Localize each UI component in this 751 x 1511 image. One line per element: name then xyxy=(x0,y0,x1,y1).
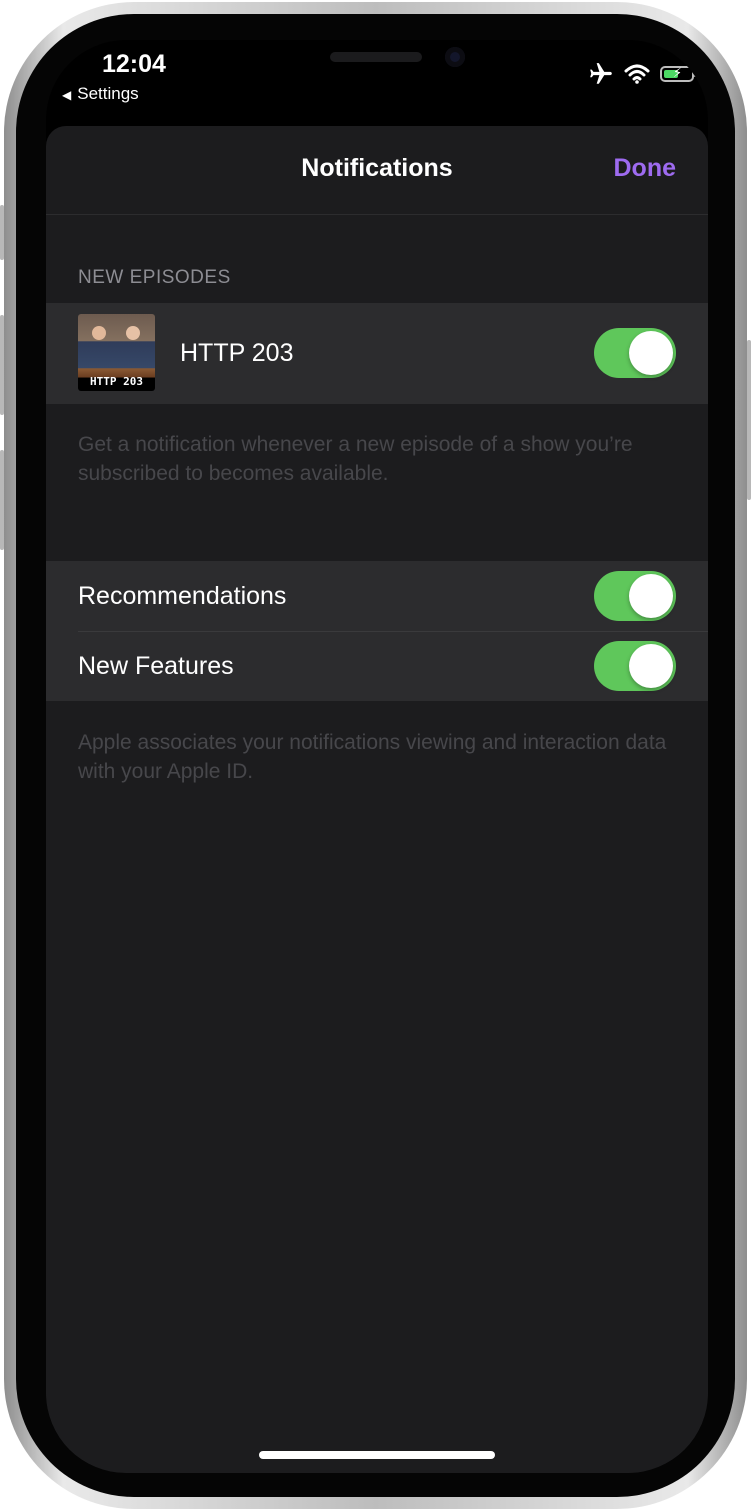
speaker-grille xyxy=(330,52,422,62)
front-camera-icon xyxy=(445,47,465,67)
toggle-knob xyxy=(629,644,673,688)
volume-down-button xyxy=(0,450,4,550)
nav-bar: Notifications Done xyxy=(46,126,708,215)
wifi-icon xyxy=(624,64,650,84)
volume-up-button xyxy=(0,315,4,415)
status-time: 12:04 xyxy=(102,50,166,78)
other-notifications-group: Recommendations New Features xyxy=(46,561,708,701)
new-features-label: New Features xyxy=(78,651,234,680)
section-header-new-episodes: NEW EPISODES xyxy=(78,267,231,288)
page-title: Notifications xyxy=(301,154,453,182)
mute-switch xyxy=(0,205,4,260)
back-triangle-icon: ◀ xyxy=(62,88,72,102)
new-features-toggle[interactable] xyxy=(594,641,676,691)
airplane-icon xyxy=(590,63,612,84)
toggle-knob xyxy=(629,574,673,618)
screen: 12:04 ◀ Settings ⚡ Notifications Done NEW… xyxy=(46,40,708,1473)
podcast-row: HTTP 203 HTTP 203 xyxy=(46,303,708,404)
new-episodes-group: HTTP 203 HTTP 203 xyxy=(46,303,708,404)
podcast-title: HTTP 203 xyxy=(180,339,294,367)
notch xyxy=(192,40,562,92)
done-button[interactable]: Done xyxy=(614,154,677,183)
toggle-knob xyxy=(629,331,673,375)
notifications-sheet: Notifications Done NEW EPISODES HTTP 203… xyxy=(46,126,708,1473)
charging-bolt-icon: ⚡ xyxy=(673,65,683,80)
new-features-row: New Features xyxy=(46,631,708,701)
artwork-title: HTTP 203 xyxy=(90,375,143,388)
recommendations-row: Recommendations xyxy=(46,561,708,631)
recommendations-toggle[interactable] xyxy=(594,571,676,621)
podcast-artwork: HTTP 203 xyxy=(78,314,155,391)
podcast-toggle[interactable] xyxy=(594,328,676,378)
new-episodes-footer: Get a notification whenever a new episod… xyxy=(78,433,633,485)
power-button xyxy=(747,340,751,500)
status-icons: ⚡ xyxy=(588,60,697,88)
back-to-settings-link[interactable]: ◀ Settings xyxy=(62,84,139,104)
recommendations-label: Recommendations xyxy=(78,581,287,610)
home-indicator[interactable] xyxy=(259,1451,495,1459)
privacy-footer: Apple associates your notifications view… xyxy=(78,731,667,783)
back-label: Settings xyxy=(77,84,139,103)
battery-charging-icon: ⚡ xyxy=(660,65,697,82)
